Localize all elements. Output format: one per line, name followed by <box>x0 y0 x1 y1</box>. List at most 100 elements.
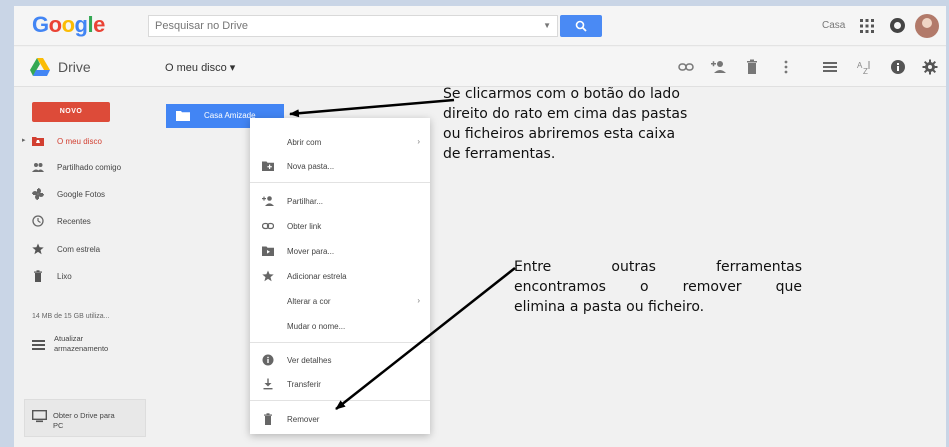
list-icon <box>32 340 45 350</box>
list-view-icon[interactable] <box>822 59 838 75</box>
menu-divider <box>250 182 430 183</box>
folder-icon <box>176 111 190 121</box>
menu-divider <box>250 400 430 401</box>
logo-letter: o <box>61 12 75 37</box>
menu-item-add-star[interactable]: Adicionar estrela <box>250 266 430 286</box>
google-logo[interactable]: Google <box>32 12 105 38</box>
annotation-line: Entre outras ferramentas <box>514 259 802 275</box>
apps-grid-icon[interactable] <box>860 19 874 33</box>
move-folder-icon <box>262 246 274 256</box>
sidebar-item-trash[interactable]: Lixo <box>14 265 154 287</box>
menu-item-label: Partilhar... <box>287 197 324 206</box>
sidebar-item-label: Com estrela <box>57 245 101 254</box>
sidebar-item-my-drive[interactable]: ▸ O meu disco <box>14 130 154 152</box>
sidebar-item-label: Recentes <box>57 217 91 226</box>
avatar[interactable] <box>915 14 939 38</box>
menu-item-label: Alterar a cor <box>287 297 331 306</box>
link-icon <box>262 222 274 230</box>
annotation-remove: Entre outras ferramentas encontramos o r… <box>514 257 802 317</box>
sidebar-item-shared[interactable]: Partilhado comigo <box>14 156 154 178</box>
menu-item-remove[interactable]: Remover <box>250 409 430 429</box>
get-drive-for-pc-button[interactable]: Obter o Drive para PC <box>24 399 146 437</box>
drive-logo-icon <box>30 58 50 76</box>
logo-letter: g <box>74 12 88 37</box>
search-icon <box>575 20 587 32</box>
storage-usage: 14 MB de 15 GB utiliza... <box>32 313 110 320</box>
clock-icon <box>32 215 44 227</box>
info-icon <box>262 354 274 366</box>
menu-item-label: Ver detalhes <box>287 356 332 365</box>
get-drive-label: Obter o Drive para PC <box>53 411 115 431</box>
drive-window: Google ▼ Casa Drive O meu disco ▾ <box>14 6 946 447</box>
menu-item-label: Nova pasta... <box>287 162 335 171</box>
upgrade-storage-label: Atualizar armazenamento <box>54 334 108 354</box>
menu-item-get-link[interactable]: Obter link <box>250 216 430 236</box>
sidebar-item-starred[interactable]: Com estrela <box>14 238 154 260</box>
search-box[interactable]: ▼ <box>148 15 558 37</box>
annotation-line: de ferramentas. <box>443 146 556 162</box>
search-button[interactable] <box>560 15 602 37</box>
context-menu: Abrir com › Nova pasta... Partilhar... O… <box>250 118 430 434</box>
star-icon <box>32 243 44 255</box>
get-drive-line-2: PC <box>53 421 64 430</box>
annotation-line: Se clicarmos com o botão do lado <box>443 86 680 102</box>
location-dropdown[interactable]: O meu disco ▾ <box>165 61 235 74</box>
menu-item-label: Abrir com <box>287 138 322 147</box>
settings-icon[interactable] <box>922 59 938 75</box>
menu-item-move-to[interactable]: Mover para... <box>250 241 430 261</box>
trash-icon <box>264 413 272 425</box>
get-drive-line-1: Obter o Drive para <box>53 411 115 420</box>
link-icon[interactable] <box>678 59 694 75</box>
info-icon[interactable] <box>890 59 906 75</box>
menu-divider <box>250 342 430 343</box>
menu-item-new-folder[interactable]: Nova pasta... <box>250 156 430 176</box>
people-icon <box>32 163 44 172</box>
new-button[interactable]: NOVO <box>32 102 110 122</box>
menu-item-label: Transferir <box>287 380 321 389</box>
menu-item-open-with[interactable]: Abrir com › <box>250 132 430 152</box>
annotation-right-click: Se clicarmos com o botão do lado direito… <box>443 84 773 164</box>
menu-item-label: Adicionar estrela <box>287 272 347 281</box>
menu-item-label: Mudar o nome... <box>287 322 346 331</box>
chevron-right-icon: › <box>417 296 420 305</box>
menu-item-share[interactable]: Partilhar... <box>250 191 430 211</box>
account-label[interactable]: Casa <box>822 20 845 31</box>
drive-folder-icon <box>32 137 44 146</box>
menu-item-rename[interactable]: Mudar o nome... <box>250 316 430 336</box>
logo-letter: G <box>32 12 49 37</box>
annotation-line: direito do rato em cima das pastas <box>443 106 688 122</box>
sort-az-icon[interactable]: AZ <box>856 59 872 75</box>
photos-pinwheel-icon <box>32 188 44 200</box>
sidebar-item-recent[interactable]: Recentes <box>14 210 154 232</box>
upgrade-storage-link[interactable]: Atualizar armazenamento <box>28 334 148 360</box>
new-folder-icon <box>262 161 274 171</box>
menu-item-change-color[interactable]: Alterar a cor › <box>250 291 430 311</box>
star-icon <box>262 270 274 282</box>
search-input[interactable] <box>149 16 529 36</box>
svg-text:Z: Z <box>863 67 868 75</box>
sidebar-item-label: Partilhado comigo <box>57 163 122 172</box>
sidebar-item-photos[interactable]: Google Fotos <box>14 183 154 205</box>
upgrade-line-1: Atualizar <box>54 334 84 343</box>
menu-item-label: Mover para... <box>287 247 335 256</box>
upgrade-line-2: armazenamento <box>54 344 109 353</box>
logo-letter: e <box>93 12 105 37</box>
search-options-icon[interactable]: ▼ <box>543 21 551 30</box>
menu-item-download[interactable]: Transferir <box>250 374 430 394</box>
add-person-icon[interactable] <box>710 59 726 75</box>
sidebar-item-label: O meu disco <box>57 137 102 146</box>
app-name: Drive <box>58 59 91 75</box>
drive-toolbar: Drive O meu disco ▾ AZ <box>14 47 946 87</box>
notifications-icon[interactable] <box>890 18 905 33</box>
download-icon <box>263 378 273 390</box>
expand-caret-icon[interactable]: ▸ <box>22 136 26 144</box>
folder-name: Casa Amizade <box>204 111 256 120</box>
top-bar: Google ▼ Casa <box>14 6 946 46</box>
annotation-line: elimina a pasta ou ficheiro. <box>514 299 705 315</box>
menu-item-label: Remover <box>287 415 320 424</box>
trash-icon[interactable] <box>744 59 760 75</box>
menu-item-view-details[interactable]: Ver detalhes <box>250 350 430 370</box>
menu-item-label: Obter link <box>287 222 322 231</box>
annotation-line: ou ficheiros abriremos esta caixa <box>443 126 676 142</box>
more-vert-icon[interactable] <box>778 59 794 75</box>
